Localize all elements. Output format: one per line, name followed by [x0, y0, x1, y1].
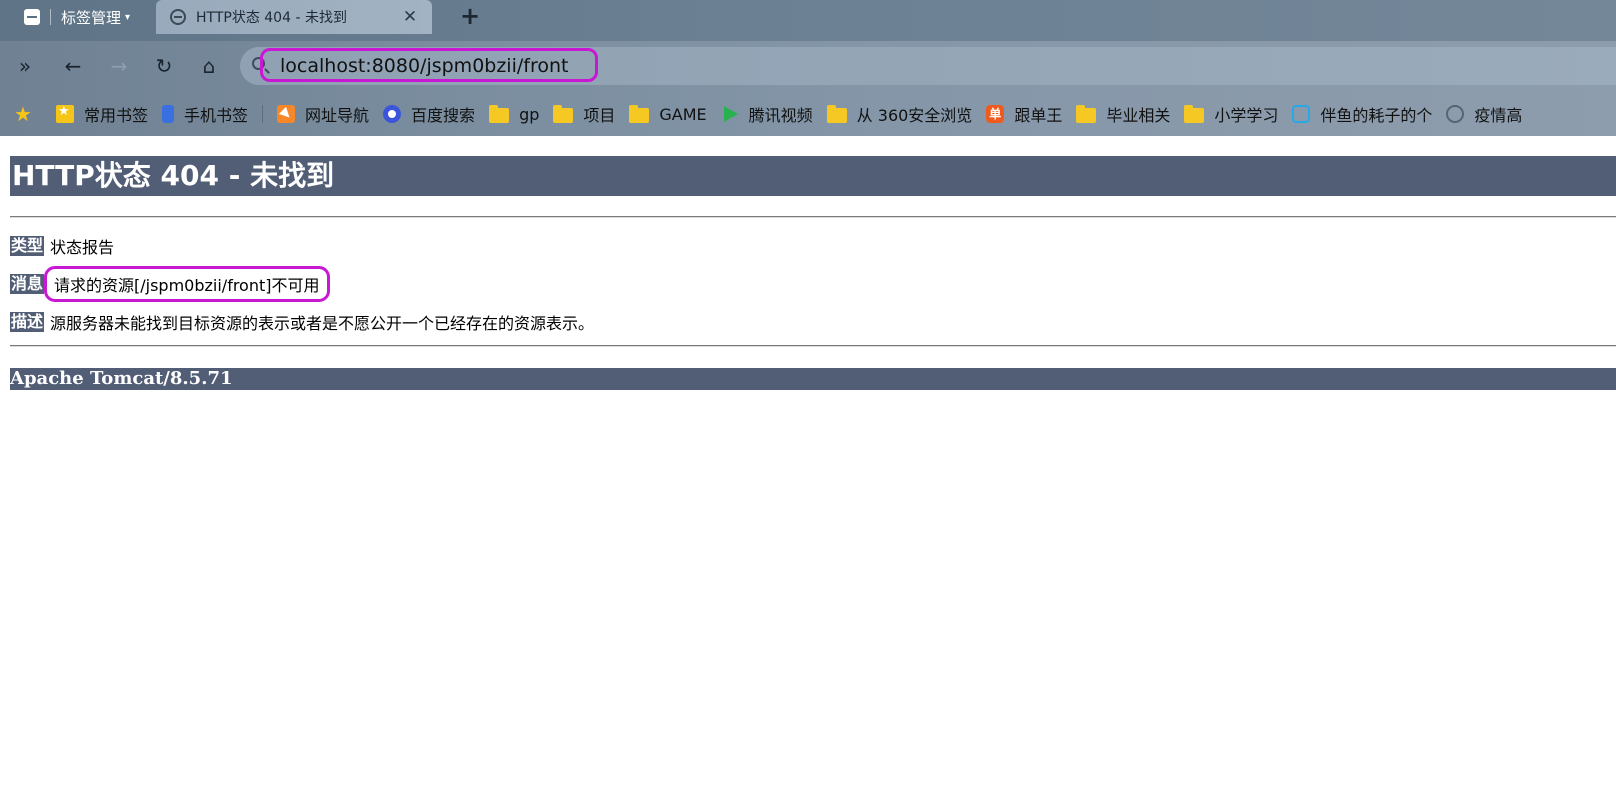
- bookmark-folder-graduation[interactable]: 毕业相关: [1076, 102, 1170, 126]
- tab-bar: 标签管理 ▾ HTTP状态 404 - 未找到 ✕ +: [0, 0, 1616, 41]
- baidu-paw-icon: [383, 105, 402, 123]
- bookmark-label: 腾讯视频: [748, 106, 813, 125]
- bookmark-item-banyu[interactable]: 伴鱼的耗子的个: [1292, 102, 1432, 126]
- bookmarks-divider: [262, 105, 264, 123]
- folder-icon: [826, 104, 847, 123]
- star-icon: ★: [14, 102, 32, 126]
- bookmark-badge-icon: [56, 104, 74, 123]
- divider: [10, 345, 1616, 347]
- bookmark-label: 项目: [583, 106, 616, 125]
- bookmark-label: GAME: [659, 104, 707, 124]
- reload-button[interactable]: ↻: [151, 53, 177, 79]
- play-icon: [721, 105, 739, 123]
- bookmark-label: 伴鱼的耗子的个: [1320, 106, 1433, 125]
- message-row: 消息 请求的资源[/jspm0bzii/front]不可用: [10, 266, 330, 302]
- bookmark-folder-360[interactable]: 从 360安全浏览: [826, 102, 973, 126]
- page-title: HTTP状态 404 - 未找到: [10, 156, 1616, 196]
- tab-title: HTTP状态 404 - 未找到: [196, 10, 347, 26]
- bookmark-label: 网址导航: [305, 106, 370, 125]
- tab-active[interactable]: HTTP状态 404 - 未找到 ✕: [156, 0, 432, 34]
- tv-icon: [1292, 105, 1311, 123]
- bookmark-folder-primary-study[interactable]: 小学学习: [1184, 102, 1278, 126]
- bookmark-label: 毕业相关: [1106, 106, 1171, 125]
- tab-group-menu[interactable]: 标签管理 ▾: [10, 4, 130, 30]
- new-tab-button[interactable]: +: [458, 3, 482, 29]
- bookmark-label: 从 360安全浏览: [856, 106, 973, 125]
- folder-icon: [629, 104, 650, 123]
- bookmark-folder-projects[interactable]: 项目: [553, 102, 615, 126]
- chevron-down-icon: ▾: [125, 11, 131, 23]
- bookmark-label: 百度搜索: [411, 106, 476, 125]
- message-label: 消息: [10, 274, 45, 294]
- type-row: 类型 状态报告: [10, 234, 114, 258]
- type-label: 类型: [10, 236, 45, 256]
- page-content: HTTP状态 404 - 未找到 类型 状态报告 消息 请求的资源[/jspm0…: [0, 136, 1616, 797]
- home-button[interactable]: ⌂: [196, 53, 222, 79]
- bookmark-item-epidemic[interactable]: 疫情高: [1446, 102, 1522, 126]
- nav-arrow-icon: [277, 105, 296, 123]
- bookmark-item-nav[interactable]: 网址导航: [277, 102, 369, 126]
- server-info: Apache Tomcat/8.5.71: [10, 368, 1616, 390]
- tab-group-label: 标签管理: [61, 8, 122, 27]
- message-highlight-annotation: [44, 266, 330, 302]
- bookmark-item-baidu[interactable]: 百度搜索: [383, 102, 475, 126]
- globe-icon: [170, 9, 186, 25]
- back-button[interactable]: ←: [60, 53, 86, 79]
- bookmarks-star[interactable]: ★: [14, 102, 42, 126]
- tab-group-divider: [50, 9, 51, 25]
- bookmark-label: gp: [519, 104, 540, 124]
- browser-chrome: 标签管理 ▾ HTTP状态 404 - 未找到 ✕ + » ← → ↻ ⌂ lo…: [0, 0, 1616, 136]
- folder-icon: [489, 104, 510, 123]
- danwang-icon: 单: [986, 105, 1005, 123]
- bookmark-folder-gp[interactable]: gp: [489, 104, 540, 124]
- description-row: 描述 源服务器未能找到目标资源的表示或者是不愿公开一个已经存在的资源表示。: [10, 310, 594, 334]
- bookmark-label: 常用书签: [84, 106, 149, 125]
- bookmark-item-tencent-video[interactable]: 腾讯视频: [721, 102, 813, 126]
- folder-icon: [553, 104, 574, 123]
- bookmark-folder-game[interactable]: GAME: [629, 104, 707, 124]
- navigation-toolbar: » ← → ↻ ⌂ localhost:8080/jspm0bzii/front: [0, 41, 1616, 91]
- message-value-wrapper: 请求的资源[/jspm0bzii/front]不可用: [44, 266, 330, 302]
- address-bar[interactable]: localhost:8080/jspm0bzii/front: [240, 47, 1616, 85]
- phone-icon: [162, 105, 175, 123]
- type-value: 状态报告: [50, 238, 115, 257]
- description-label: 描述: [10, 312, 45, 332]
- divider: [10, 216, 1616, 218]
- url-highlight-annotation: [260, 48, 598, 82]
- folder-icon: [1184, 104, 1205, 123]
- bookmark-label: 手机书签: [184, 106, 249, 125]
- forward-button[interactable]: →: [106, 53, 132, 79]
- bookmark-label: 疫情高: [1474, 106, 1523, 125]
- bookmark-item-common[interactable]: 常用书签: [56, 102, 148, 126]
- bookmark-label: 跟单王: [1014, 106, 1063, 125]
- folder-icon: [1076, 104, 1097, 123]
- tab-manager-icon: [24, 9, 40, 25]
- bookmark-label: 小学学习: [1214, 106, 1279, 125]
- globe-icon: [1446, 105, 1465, 123]
- bookmark-item-gendanwang[interactable]: 单 跟单王: [986, 102, 1062, 126]
- sidebar-toggle-button[interactable]: »: [12, 53, 38, 79]
- close-icon[interactable]: ✕: [400, 7, 420, 27]
- bookmark-item-mobile[interactable]: 手机书签: [162, 102, 248, 126]
- bookmarks-bar: ★ 常用书签 手机书签 网址导航 百度搜索 gp 项目 GAME: [0, 96, 1616, 132]
- description-value: 源服务器未能找到目标资源的表示或者是不愿公开一个已经存在的资源表示。: [50, 314, 595, 333]
